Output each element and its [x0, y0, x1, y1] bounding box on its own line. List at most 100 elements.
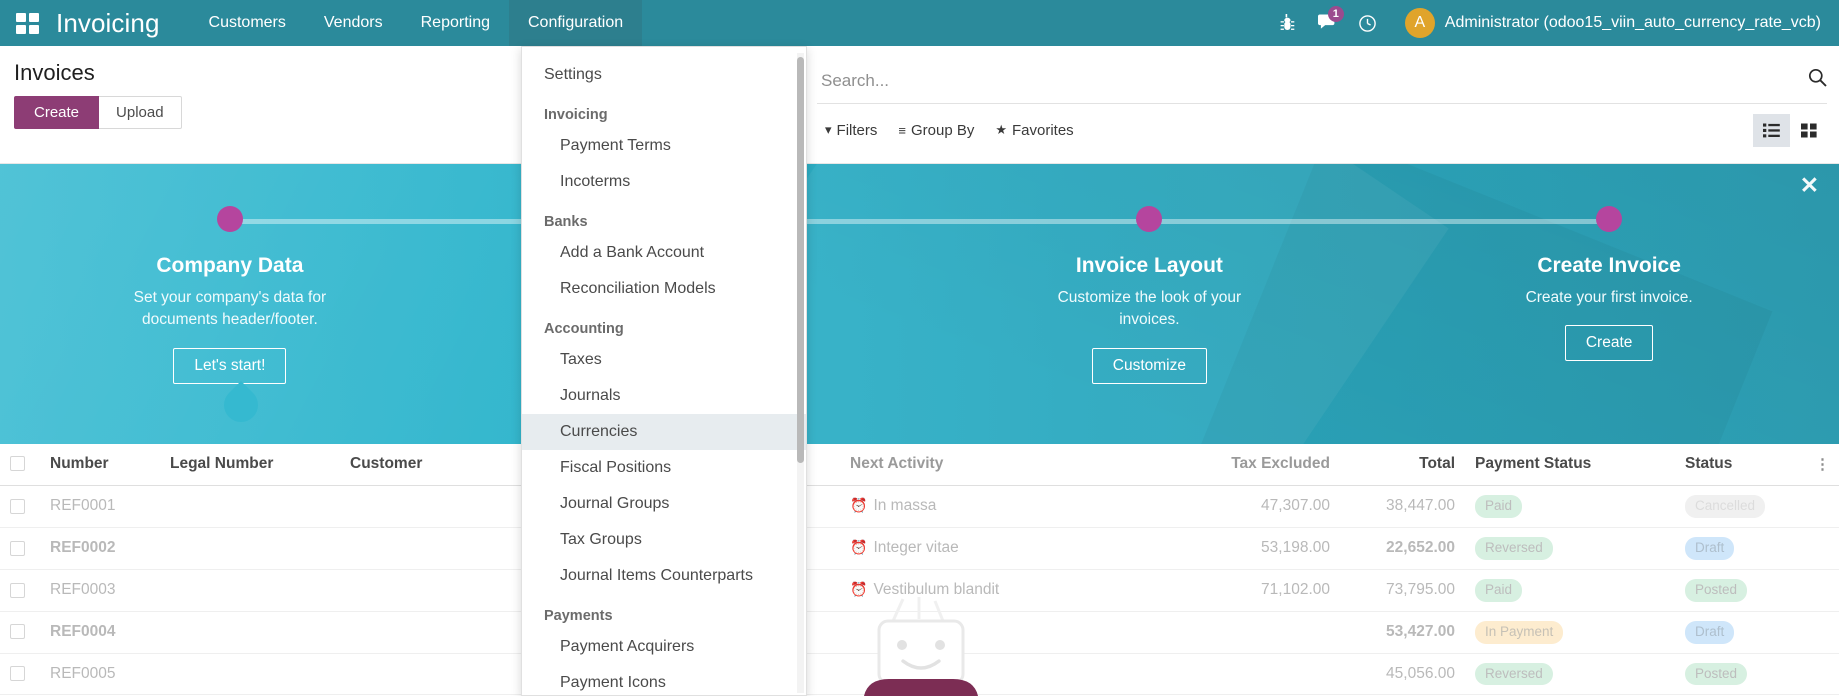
cell-legal-number [160, 653, 340, 696]
row-checkbox[interactable] [10, 540, 25, 556]
menu-item-journal-groups[interactable]: Journal Groups [522, 486, 806, 522]
table-row[interactable]: REF0001 ⏰ In massa 47,307.00 38,447.00 Pa… [0, 485, 1839, 528]
group-by-lines-icon: ≡ [898, 122, 906, 138]
select-all-checkbox[interactable] [10, 456, 25, 472]
close-icon[interactable]: ✕ [1800, 174, 1819, 197]
cell-next-activity: ⏰ In massa [840, 485, 1130, 528]
cell-total: 73,795.00 [1340, 569, 1465, 612]
group-by-label: Group By [910, 121, 975, 139]
step-description: Set your company's data for documents he… [133, 289, 327, 329]
view-switcher [1753, 113, 1827, 147]
cell-row-options [1805, 653, 1839, 696]
activity-clock-icon: ⏰ [850, 539, 868, 556]
status-badge: Draft [1685, 620, 1735, 644]
app-brand-invoicing[interactable]: Invoicing [54, 8, 190, 39]
onboarding-steps: Company Data Set your company's data for… [0, 164, 1839, 444]
star-icon: ★ [995, 122, 1007, 137]
cell-number[interactable]: REF0004 [40, 611, 160, 654]
cell-status: Draft [1675, 611, 1805, 654]
row-checkbox[interactable] [10, 624, 25, 640]
dropdown-scrollbar-thumb[interactable] [797, 57, 804, 463]
menu-item-journals[interactable]: Journals [522, 378, 806, 414]
navbar-systray: 1 [1269, 0, 1393, 46]
menu-item-add-a-bank-account[interactable]: Add a Bank Account [522, 235, 806, 271]
cell-number[interactable]: REF0001 [40, 485, 160, 528]
filters-label: Filters [836, 121, 878, 139]
filters-dropdown[interactable]: ▾ Filters [817, 116, 890, 145]
cell-tax-excluded: 47,307.00 [1130, 485, 1340, 528]
status-badge: Paid [1475, 578, 1523, 602]
nav-item-vendors[interactable]: Vendors [305, 0, 402, 46]
vertical-dots-icon[interactable]: ⋮ [1815, 455, 1830, 473]
search-icon[interactable] [1798, 68, 1827, 93]
step-connector [1379, 219, 1610, 224]
favorites-dropdown[interactable]: ★ Favorites [987, 116, 1086, 145]
column-header-legal-number[interactable]: Legal Number [160, 444, 340, 486]
menu-item-tax-groups[interactable]: Tax Groups [522, 522, 806, 558]
menu-item-payment-icons[interactable]: Payment Icons [522, 665, 806, 695]
avatar: A [1404, 8, 1435, 38]
messages-icon[interactable]: 1 [1309, 0, 1347, 46]
row-select-cell [0, 653, 40, 696]
menu-item-payment-terms[interactable]: Payment Terms [522, 128, 806, 164]
nav-item-configuration[interactable]: Configuration [508, 0, 643, 46]
search-input[interactable] [817, 70, 1798, 91]
user-menu[interactable]: A Administrator (odoo15_viin_auto_curren… [1393, 0, 1839, 46]
empty-state-robot-illustration [845, 595, 1015, 696]
column-header-payment-status[interactable]: Payment Status [1465, 444, 1675, 486]
cell-row-options [1805, 611, 1839, 654]
create-button[interactable]: Create [14, 96, 100, 129]
upload-button[interactable]: Upload [99, 96, 182, 129]
group-by-dropdown[interactable]: ≡ Group By [890, 116, 987, 145]
filters-row: ▾ Filters ≡ Group By ★ Favorites [817, 108, 1827, 152]
cell-legal-number [160, 485, 340, 528]
activities-clock-icon[interactable] [1349, 0, 1387, 46]
menu-item-payment-acquirers[interactable]: Payment Acquirers [522, 629, 806, 665]
cell-number[interactable]: REF0005 [40, 653, 160, 696]
kanban-view-icon[interactable] [1790, 113, 1827, 147]
menu-item-incoterms[interactable]: Incoterms [522, 164, 806, 200]
menu-item-journal-items-counterparts[interactable]: Journal Items Counterparts [522, 558, 806, 594]
row-checkbox[interactable] [10, 666, 25, 682]
status-badge: Cancelled [1685, 495, 1766, 518]
cell-legal-number [160, 569, 340, 612]
apps-menu-icon[interactable] [0, 0, 54, 46]
row-select-cell [0, 527, 40, 570]
column-header-number[interactable]: Number [40, 444, 160, 486]
customize-button[interactable]: Customize [1091, 347, 1207, 384]
menu-item-settings[interactable]: Settings [522, 57, 806, 93]
step-title: Invoice Layout [1075, 254, 1223, 277]
nav-item-customers[interactable]: Customers [190, 0, 305, 46]
nav-item-reporting[interactable]: Reporting [402, 0, 509, 46]
step-dot [216, 206, 243, 232]
menu-item-taxes[interactable]: Taxes [522, 342, 806, 378]
row-checkbox[interactable] [10, 582, 25, 598]
lets-start-button[interactable]: Let's start! [173, 347, 287, 384]
cell-legal-number [160, 611, 340, 654]
row-checkbox[interactable] [10, 498, 25, 514]
cell-tax-excluded [1130, 611, 1340, 654]
activity-clock-icon: ⏰ [850, 497, 868, 514]
column-header-total[interactable]: Total [1340, 444, 1465, 486]
bug-icon[interactable] [1269, 0, 1307, 46]
column-header-status[interactable]: Status [1675, 444, 1805, 486]
configuration-dropdown-menu: Settings Invoicing Payment Terms Incoter… [521, 46, 807, 696]
onboarding-step-company-data: Company Data Set your company's data for… [0, 164, 460, 384]
row-select-cell [0, 611, 40, 654]
list-view-icon[interactable] [1753, 113, 1790, 147]
menu-item-reconciliation-models[interactable]: Reconciliation Models [522, 271, 806, 307]
invoice-table-head: Number Legal Number Customer Next Activi… [0, 444, 1839, 486]
cell-number[interactable]: REF0002 [40, 527, 160, 570]
menu-item-currencies[interactable]: Currencies [522, 414, 806, 450]
table-row[interactable]: REF0002 ⏰ Integer vitae 53,198.00 22,652.… [0, 527, 1839, 570]
cell-number[interactable]: REF0003 [40, 569, 160, 612]
menu-item-fiscal-positions[interactable]: Fiscal Positions [522, 450, 806, 486]
onboarding-banner: ✕ Company Data Set your company's data f… [0, 164, 1839, 444]
row-select-cell [0, 485, 40, 528]
cell-tax-excluded: 71,102.00 [1130, 569, 1340, 612]
select-all-cell [0, 444, 40, 486]
column-header-next-activity[interactable]: Next Activity [840, 444, 1130, 486]
favorites-label: Favorites [1012, 121, 1074, 139]
column-header-tax-excluded[interactable]: Tax Excluded [1130, 444, 1340, 486]
create-invoice-button[interactable]: Create [1564, 325, 1654, 362]
